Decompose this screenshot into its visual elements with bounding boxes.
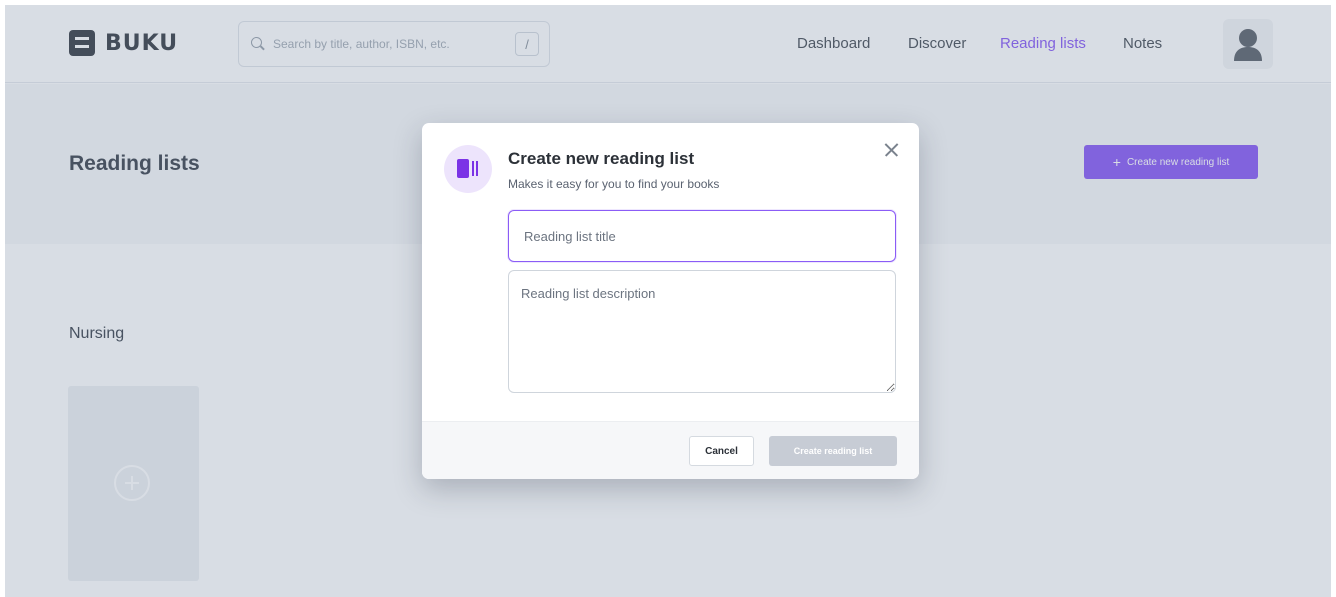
create-reading-list-dialog: Create new reading list Makes it easy fo… [422, 123, 919, 479]
reading-list-description-input[interactable] [508, 270, 896, 393]
page-line [472, 161, 474, 176]
create-reading-list-submit-button[interactable]: Create reading list [769, 436, 897, 466]
page-line [476, 161, 478, 176]
dialog-title: Create new reading list [508, 149, 695, 168]
reading-list-icon [444, 145, 492, 193]
book-shape [457, 159, 469, 178]
app-window: BUKU / Dashboard Discover Reading lists … [5, 5, 1331, 597]
close-icon[interactable] [881, 139, 903, 161]
cancel-button[interactable]: Cancel [689, 436, 754, 466]
reading-list-title-input[interactable] [508, 210, 896, 262]
dialog-subtitle: Makes it easy for you to find your books [508, 177, 720, 191]
dialog-footer: Cancel Create reading list [422, 421, 919, 479]
